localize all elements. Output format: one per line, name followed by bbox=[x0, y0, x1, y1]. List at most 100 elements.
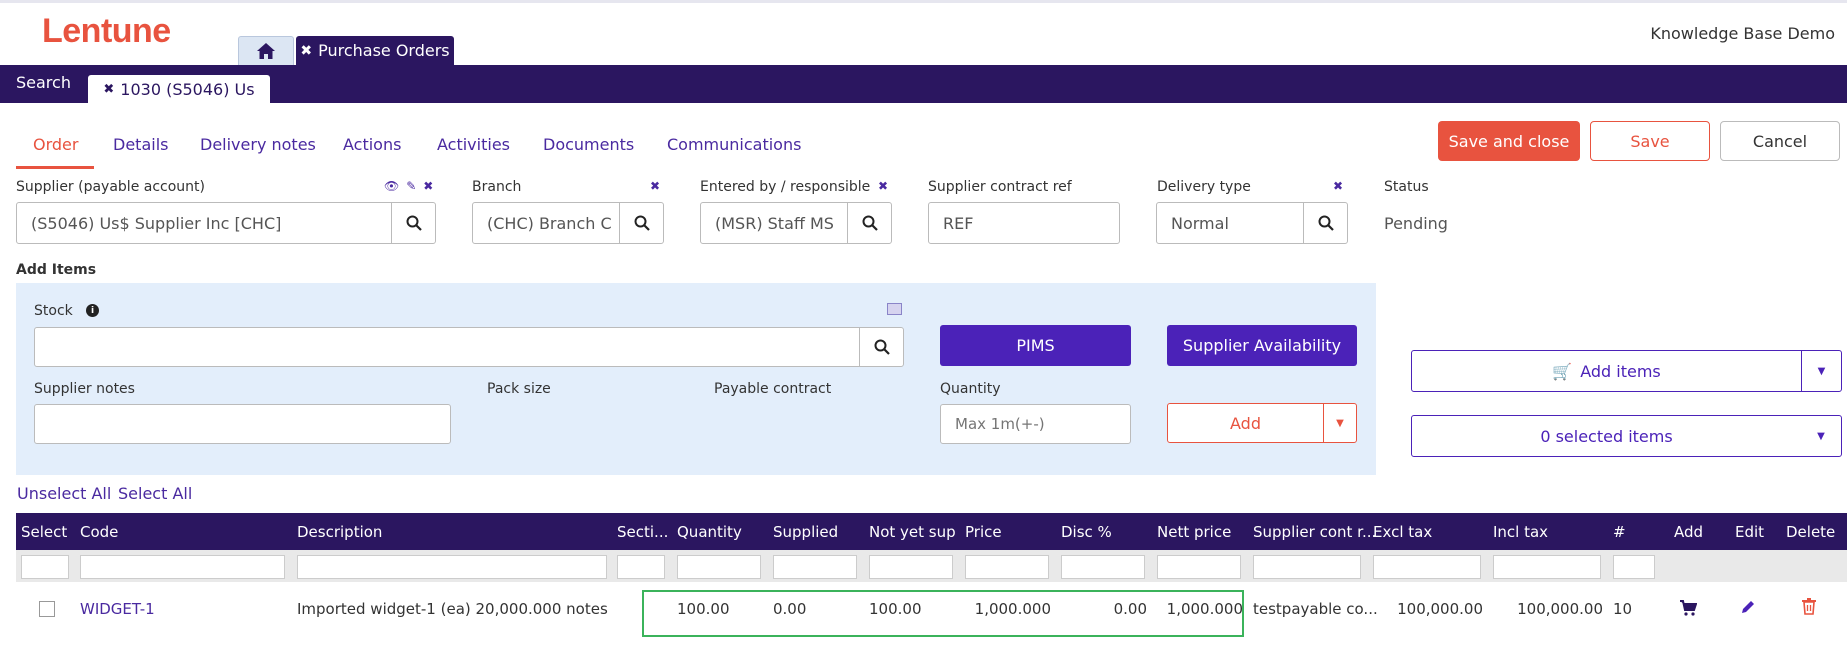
supplier-label: Supplier (payable account) bbox=[16, 179, 205, 195]
cart-icon[interactable] bbox=[1679, 600, 1698, 620]
filter-supplied[interactable] bbox=[773, 555, 857, 579]
subtab-order[interactable]: Order bbox=[33, 135, 78, 154]
col-quantity[interactable]: Quantity bbox=[677, 523, 742, 541]
info-icon[interactable]: i bbox=[86, 304, 99, 317]
row-description: Imported widget-1 (ea) 20,000.000 notes bbox=[297, 600, 608, 618]
col-select[interactable]: Select bbox=[21, 523, 67, 541]
col-excl-tax[interactable]: Excl tax bbox=[1373, 523, 1432, 541]
chevron-down-icon[interactable]: ▼ bbox=[1801, 351, 1841, 391]
search-icon[interactable] bbox=[619, 203, 663, 243]
col-supplier-contract-ref[interactable]: Supplier cont r... bbox=[1253, 523, 1376, 541]
quantity-label: Quantity bbox=[940, 381, 1001, 397]
close-icon[interactable]: ✖ bbox=[103, 82, 114, 97]
filter-description[interactable] bbox=[297, 555, 607, 579]
logo: Lentune bbox=[42, 12, 171, 50]
add-items-title: Add Items bbox=[16, 262, 97, 278]
subtab-actions[interactable]: Actions bbox=[343, 135, 401, 154]
close-icon[interactable]: ✖ bbox=[300, 43, 312, 59]
col-supplied[interactable]: Supplied bbox=[773, 523, 838, 541]
cancel-button[interactable]: Cancel bbox=[1720, 121, 1840, 161]
col-count[interactable]: # bbox=[1613, 523, 1626, 541]
stock-label: Stock bbox=[34, 303, 73, 319]
subtab-details[interactable]: Details bbox=[113, 135, 168, 154]
edit-icon[interactable] bbox=[1739, 598, 1757, 620]
supplier-availability-button[interactable]: Supplier Availability bbox=[1167, 325, 1357, 366]
table-icon[interactable] bbox=[887, 303, 902, 315]
status-label: Status bbox=[1384, 179, 1429, 195]
col-nett-price[interactable]: Nett price bbox=[1157, 523, 1231, 541]
save-button[interactable]: Save bbox=[1590, 121, 1710, 161]
filter-incl-tax[interactable] bbox=[1493, 555, 1601, 579]
add-items-button[interactable]: 🛒 Add items ▼ bbox=[1411, 350, 1842, 392]
clear-icon[interactable]: ✖ bbox=[1333, 179, 1343, 193]
clear-icon[interactable]: ✖ bbox=[423, 179, 433, 193]
view-icon[interactable]: 👁 bbox=[384, 179, 399, 193]
stock-input[interactable] bbox=[34, 327, 904, 367]
chevron-down-icon[interactable]: ▼ bbox=[1801, 416, 1841, 456]
search-icon[interactable] bbox=[847, 203, 891, 243]
filter-excl-tax[interactable] bbox=[1373, 555, 1481, 579]
subtab-activities[interactable]: Activities bbox=[437, 135, 510, 154]
clear-icon[interactable]: ✖ bbox=[878, 179, 888, 193]
selected-items-dropdown[interactable]: 0 selected items ▼ bbox=[1411, 415, 1842, 457]
search-icon[interactable] bbox=[1303, 203, 1347, 243]
col-section[interactable]: Secti... bbox=[617, 523, 668, 541]
search-icon[interactable] bbox=[391, 203, 435, 243]
tab-purchase-orders[interactable]: ✖ Purchase Orders bbox=[296, 36, 454, 65]
supplier-field[interactable]: (S5046) Us$ Supplier Inc [CHC] bbox=[16, 202, 436, 244]
col-edit: Edit bbox=[1735, 523, 1765, 541]
clear-icon[interactable]: ✖ bbox=[650, 179, 660, 193]
col-not-yet-supplied[interactable]: Not yet sup bbox=[869, 523, 956, 541]
subtab-communications[interactable]: Communications bbox=[667, 135, 801, 154]
tab-order-record[interactable]: ✖ 1030 (S5046) Us bbox=[88, 75, 270, 103]
save-and-close-button[interactable]: Save and close bbox=[1438, 121, 1580, 161]
col-description[interactable]: Description bbox=[297, 523, 382, 541]
quantity-input[interactable] bbox=[940, 404, 1131, 444]
filter-select[interactable] bbox=[21, 555, 69, 579]
search-icon[interactable] bbox=[859, 328, 903, 366]
filter-disc[interactable] bbox=[1061, 555, 1145, 579]
subtab-delivery-notes[interactable]: Delivery notes bbox=[200, 135, 316, 154]
select-all-link[interactable]: Select All bbox=[118, 484, 192, 503]
filter-supplier-contract-ref[interactable] bbox=[1253, 555, 1361, 579]
contract-ref-field[interactable]: REF bbox=[928, 202, 1120, 244]
col-incl-tax[interactable]: Incl tax bbox=[1493, 523, 1548, 541]
entered-by-field[interactable]: (MSR) Staff MS bbox=[700, 202, 892, 244]
filter-code[interactable] bbox=[80, 555, 285, 579]
home-icon bbox=[257, 43, 275, 59]
cart-icon: 🛒 bbox=[1552, 361, 1573, 381]
col-disc[interactable]: Disc % bbox=[1061, 523, 1112, 541]
nav-search[interactable]: Search bbox=[16, 73, 71, 92]
chevron-down-icon[interactable]: ▼ bbox=[1324, 404, 1356, 442]
status-value: Pending bbox=[1384, 214, 1448, 233]
row-supplier-contract-ref: testpayable co... bbox=[1253, 600, 1378, 618]
unselect-all-link[interactable]: Unselect All bbox=[17, 484, 111, 503]
tab-label: Purchase Orders bbox=[318, 41, 450, 60]
account-name[interactable]: Knowledge Base Demo bbox=[1650, 24, 1835, 43]
col-code[interactable]: Code bbox=[80, 523, 118, 541]
top-border bbox=[0, 0, 1847, 3]
branch-field[interactable]: (CHC) Branch C bbox=[472, 202, 664, 244]
col-add: Add bbox=[1674, 523, 1704, 541]
pims-button[interactable]: PIMS bbox=[940, 325, 1131, 366]
filter-price[interactable] bbox=[965, 555, 1049, 579]
row-code-link[interactable]: WIDGET-1 bbox=[80, 600, 155, 618]
filter-not-yet-supplied[interactable] bbox=[869, 555, 953, 579]
filter-quantity[interactable] bbox=[677, 555, 761, 579]
add-button[interactable]: Add ▼ bbox=[1167, 403, 1357, 443]
col-price[interactable]: Price bbox=[965, 523, 1002, 541]
tab-label: 1030 (S5046) Us bbox=[120, 79, 255, 99]
edit-icon[interactable]: ✎ bbox=[406, 179, 416, 193]
filter-count[interactable] bbox=[1613, 555, 1655, 579]
supplier-notes-input[interactable] bbox=[34, 404, 451, 444]
home-tab[interactable] bbox=[238, 36, 294, 65]
col-delete: Delete bbox=[1786, 523, 1836, 541]
pack-size-label: Pack size bbox=[487, 381, 551, 397]
row-checkbox[interactable] bbox=[39, 601, 55, 617]
subtab-documents[interactable]: Documents bbox=[543, 135, 634, 154]
payable-contract-label: Payable contract bbox=[714, 381, 832, 397]
filter-nett-price[interactable] bbox=[1157, 555, 1241, 579]
filter-section[interactable] bbox=[617, 555, 665, 579]
trash-icon[interactable] bbox=[1801, 597, 1817, 619]
delivery-type-field[interactable]: Normal bbox=[1156, 202, 1348, 244]
